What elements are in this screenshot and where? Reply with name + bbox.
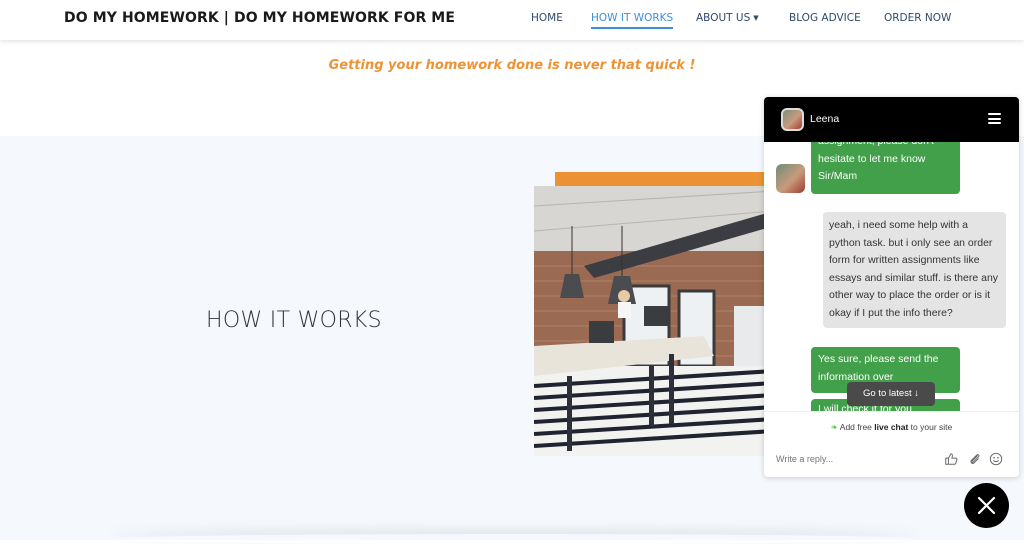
agent-message: assignment, please don't hesitate to let… xyxy=(811,142,960,194)
agent-avatar xyxy=(776,164,805,193)
tagline: Getting your homework done is never that… xyxy=(328,58,696,73)
arrow-down-icon: ↓ xyxy=(914,388,919,399)
agent-header-avatar xyxy=(781,108,804,131)
go-to-latest-button[interactable]: Go to latest ↓ xyxy=(847,382,935,406)
chat-header: Leena xyxy=(764,97,1019,142)
chat-divider xyxy=(764,411,1019,412)
powered-suffix: to your site xyxy=(908,422,953,432)
section-title: HOW IT WORKS xyxy=(206,308,382,333)
accent-bar xyxy=(555,172,795,186)
nav-about-us-label: ABOUT US xyxy=(696,12,751,24)
go-to-latest-label: Go to latest xyxy=(863,388,912,399)
thumbs-up-icon[interactable] xyxy=(944,452,958,466)
close-icon xyxy=(977,496,996,515)
reply-input[interactable] xyxy=(776,454,936,464)
main-nav: HOME HOW IT WORKS ABOUT US ▼ BLOG ADVICE … xyxy=(0,12,1024,32)
chevron-down-icon: ▼ xyxy=(753,14,759,22)
live-chat-widget: assignment, please don't hesitate to let… xyxy=(764,97,1019,477)
nav-about-us[interactable]: ABOUT US ▼ xyxy=(696,12,759,24)
nav-blog-advice[interactable]: BLOG ADVICE xyxy=(789,12,861,24)
footer-shadow xyxy=(110,534,920,544)
nav-home[interactable]: HOME xyxy=(531,12,563,24)
parrot-icon: ❧ xyxy=(830,422,838,432)
emoji-icon[interactable] xyxy=(989,452,1003,466)
powered-bold: live chat xyxy=(874,422,909,432)
top-navbar: DO MY HOMEWORK | DO MY HOMEWORK FOR ME H… xyxy=(0,0,1024,40)
powered-prefix: Add free xyxy=(839,422,875,432)
chat-messages[interactable]: assignment, please don't hesitate to let… xyxy=(764,142,1019,412)
office-illustration xyxy=(534,186,774,456)
hamburger-menu-icon[interactable] xyxy=(988,113,1001,124)
paperclip-icon[interactable] xyxy=(968,452,982,466)
nav-order-now[interactable]: ORDER NOW xyxy=(884,12,951,24)
powered-by-link[interactable]: ❧ Add free live chat to your site xyxy=(764,422,1019,433)
office-photo xyxy=(534,186,774,456)
close-chat-button[interactable] xyxy=(964,483,1009,528)
nav-how-it-works[interactable]: HOW IT WORKS xyxy=(591,12,674,29)
agent-name: Leena xyxy=(810,113,840,125)
user-message: yeah, i need some help with a python tas… xyxy=(823,212,1006,328)
